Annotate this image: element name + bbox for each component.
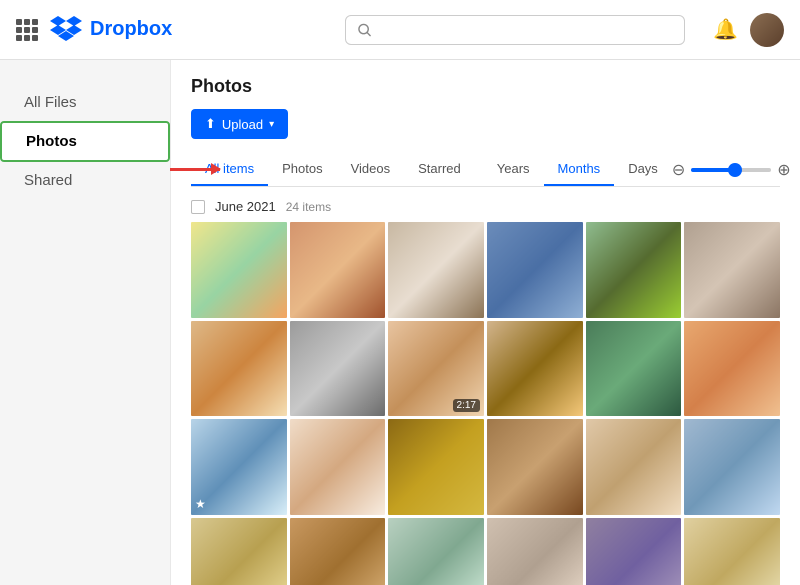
- header-icons: 🔔: [713, 13, 784, 47]
- header: Dropbox 🔔: [0, 0, 800, 60]
- photo-cell[interactable]: [684, 222, 780, 318]
- star-badge: ★: [195, 497, 206, 511]
- tab-videos[interactable]: Videos: [337, 153, 405, 186]
- photo-cell[interactable]: [487, 419, 583, 515]
- sidebar: All Files Photos Shared: [0, 60, 170, 585]
- zoom-in-icon[interactable]: ⊕: [777, 160, 790, 180]
- logo[interactable]: Dropbox: [50, 16, 172, 44]
- photo-cell[interactable]: [191, 222, 287, 318]
- tab-photos[interactable]: Photos: [268, 153, 336, 186]
- section-checkbox[interactable]: [191, 200, 205, 214]
- search-bar[interactable]: [345, 15, 685, 45]
- photo-grid: 2:17 ★ 1:17: [191, 222, 780, 585]
- photo-cell[interactable]: [290, 222, 386, 318]
- duration-badge: 2:17: [453, 399, 480, 412]
- main-content: Photos ⬆ Upload ▾ All items Photos Video…: [170, 60, 800, 585]
- section-month-label: June 2021: [215, 199, 276, 214]
- tab-years[interactable]: Years: [483, 153, 544, 186]
- upload-icon: ⬆: [205, 116, 216, 132]
- tab-days[interactable]: Days: [614, 153, 672, 186]
- filter-bar: All items Photos Videos Starred Years Mo…: [191, 153, 780, 187]
- zoom-thumb: [728, 163, 742, 177]
- photo-cell[interactable]: 2:17: [388, 321, 484, 417]
- photo-cell[interactable]: ★: [191, 419, 287, 515]
- bell-icon[interactable]: 🔔: [713, 17, 738, 42]
- avatar[interactable]: [750, 13, 784, 47]
- page-title: Photos: [191, 76, 780, 97]
- sidebar-item-all-files[interactable]: All Files: [0, 84, 170, 121]
- dropbox-icon: [50, 16, 82, 44]
- sidebar-item-shared[interactable]: Shared: [0, 162, 170, 199]
- sidebar-item-photos[interactable]: Photos: [0, 121, 170, 162]
- layout: All Files Photos Shared Photos ⬆ Upload …: [0, 60, 800, 585]
- photo-cell[interactable]: [191, 321, 287, 417]
- photo-cell[interactable]: 1:17: [191, 518, 287, 585]
- zoom-slider[interactable]: [691, 168, 771, 172]
- photo-cell[interactable]: [684, 321, 780, 417]
- tab-all-items[interactable]: All items: [191, 153, 268, 186]
- photo-cell[interactable]: [586, 419, 682, 515]
- search-icon: [358, 23, 371, 37]
- photo-cell[interactable]: [388, 419, 484, 515]
- tab-starred[interactable]: Starred: [404, 153, 475, 186]
- photo-cell[interactable]: [487, 222, 583, 318]
- zoom-control: ⊖ ⊕: [672, 160, 791, 180]
- photo-cell[interactable]: [586, 222, 682, 318]
- upload-chevron-icon: ▾: [269, 119, 274, 130]
- section-count: 24 items: [286, 200, 331, 214]
- photo-cell[interactable]: [388, 518, 484, 585]
- photo-cell[interactable]: [487, 518, 583, 585]
- photo-cell[interactable]: [290, 419, 386, 515]
- photo-cell[interactable]: [684, 518, 780, 585]
- section-header: June 2021 24 items: [191, 199, 780, 214]
- zoom-out-icon[interactable]: ⊖: [672, 160, 685, 180]
- photo-cell[interactable]: [684, 419, 780, 515]
- photo-cell[interactable]: [487, 321, 583, 417]
- logo-text: Dropbox: [90, 18, 172, 41]
- photo-cell[interactable]: [290, 321, 386, 417]
- photo-cell[interactable]: [290, 518, 386, 585]
- tab-months[interactable]: Months: [544, 153, 615, 186]
- photo-cell[interactable]: [586, 321, 682, 417]
- search-input[interactable]: [379, 22, 672, 38]
- photo-cell[interactable]: [586, 518, 682, 585]
- upload-button[interactable]: ⬆ Upload ▾: [191, 109, 288, 139]
- photo-cell[interactable]: [388, 222, 484, 318]
- apps-grid-icon[interactable]: [16, 19, 38, 41]
